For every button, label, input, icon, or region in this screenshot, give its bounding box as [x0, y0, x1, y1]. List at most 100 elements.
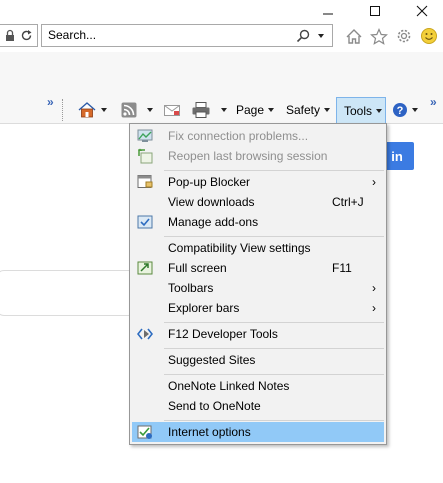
help-icon: ? [393, 103, 407, 117]
submenu-arrow-icon: › [372, 281, 376, 295]
addons-icon [137, 215, 153, 229]
tools-menu[interactable]: Tools [336, 97, 387, 124]
svg-text:?: ? [397, 105, 404, 117]
search-input[interactable]: Search... [48, 28, 96, 42]
tab-row [0, 52, 443, 92]
menu-item-manage-addons[interactable]: Manage add-ons [132, 212, 384, 232]
submenu-arrow-icon: › [372, 175, 376, 189]
menu-item-compatibility-view[interactable]: Compatibility View settings [132, 238, 384, 258]
tools-dropdown-menu: Fix connection problems... Reopen last b… [129, 123, 387, 445]
chevron-down-icon [101, 108, 107, 112]
refresh-icon[interactable] [20, 29, 33, 42]
favorites-button[interactable] [368, 25, 390, 47]
menu-item-developer-tools[interactable]: F12 Developer Tools [132, 324, 384, 344]
menu-separator [164, 236, 384, 237]
close-button[interactable] [402, 0, 442, 22]
menu-item-onenote-linked-notes[interactable]: OneNote Linked Notes [132, 376, 384, 396]
menu-item-label: Explorer bars [168, 301, 240, 315]
home-button[interactable] [343, 25, 365, 47]
fullscreen-icon [137, 261, 153, 275]
command-bar-overflow-right[interactable]: » [430, 95, 437, 109]
menu-item-label: Send to OneNote [168, 399, 261, 413]
rss-feed-icon [121, 102, 137, 118]
star-icon [370, 27, 388, 45]
reopen-session-icon [138, 148, 153, 164]
print-command[interactable] [188, 97, 230, 123]
menu-separator [164, 348, 384, 349]
menu-item-suggested-sites[interactable]: Suggested Sites [132, 350, 384, 370]
menu-item-label: OneNote Linked Notes [168, 379, 290, 393]
menu-item-toolbars[interactable]: Toolbars › [132, 278, 384, 298]
search-icon [296, 29, 310, 43]
safety-menu[interactable]: Safety [283, 97, 333, 123]
submenu-arrow-icon: › [372, 301, 376, 315]
help-menu[interactable]: ? [389, 97, 421, 123]
smiley-icon [421, 28, 437, 44]
tools-menu-label: Tools [344, 103, 373, 118]
settings-button[interactable] [393, 25, 415, 47]
menu-item-fix-connection: Fix connection problems... [132, 126, 384, 146]
chevron-down-icon [268, 108, 275, 112]
chevron-down-icon [318, 34, 324, 38]
feedback-button[interactable] [418, 25, 440, 47]
menu-item-reopen-session: Reopen last browsing session [132, 146, 384, 166]
menu-separator [164, 374, 384, 375]
menu-item-explorer-bars[interactable]: Explorer bars › [132, 298, 384, 318]
close-icon [416, 5, 428, 17]
command-bar-overflow-left[interactable]: » [47, 95, 54, 109]
chevron-down-icon [147, 108, 153, 112]
page-menu[interactable]: Page [233, 97, 277, 123]
menu-item-label: Suggested Sites [168, 353, 256, 367]
maximize-icon [370, 6, 380, 16]
menu-item-label: F12 Developer Tools [168, 327, 278, 341]
menu-item-full-screen[interactable]: Full screen F11 [132, 258, 384, 278]
minimize-icon [323, 13, 333, 15]
printer-icon [192, 102, 210, 118]
home-icon [78, 102, 96, 118]
chevron-down-icon [376, 108, 383, 113]
title-bar [0, 0, 443, 22]
menu-item-label: Toolbars [168, 281, 214, 295]
popup-blocker-icon [137, 175, 153, 188]
chevron-down-icon [324, 108, 331, 112]
menu-item-label: View downloads [168, 195, 255, 209]
home-icon [346, 28, 362, 44]
menu-item-send-to-onenote[interactable]: Send to OneNote [132, 396, 384, 416]
menu-item-label: Compatibility View settings [168, 241, 311, 255]
menu-item-label: Full screen [168, 261, 227, 275]
menu-item-internet-options[interactable]: Internet options [132, 422, 384, 442]
page-menu-label: Page [236, 103, 265, 117]
menu-item-label: Reopen last browsing session [168, 149, 328, 163]
menu-item-label: Pop-up Blocker [168, 175, 251, 189]
menu-item-label: Manage add-ons [168, 215, 259, 229]
menu-separator [164, 170, 384, 171]
safety-menu-label: Safety [286, 103, 321, 117]
search-dropdown[interactable] [315, 27, 327, 45]
chevron-down-icon [221, 108, 227, 112]
read-mail-command[interactable] [160, 97, 184, 123]
gear-icon [397, 29, 411, 43]
maximize-button[interactable] [355, 0, 395, 22]
search-box[interactable]: Search... [41, 24, 333, 47]
mail-icon [164, 105, 180, 116]
page-search-field[interactable] [0, 270, 136, 316]
menu-separator [164, 322, 384, 323]
address-bar-end[interactable] [0, 24, 38, 47]
menu-item-label: Fix connection problems... [168, 129, 309, 143]
home-command[interactable] [74, 97, 110, 123]
search-button[interactable] [294, 27, 312, 45]
feeds-command[interactable] [118, 97, 156, 123]
command-bar-separator [62, 99, 63, 121]
lock-icon [6, 29, 14, 41]
chevron-down-icon [412, 108, 418, 112]
developer-tools-icon [137, 328, 153, 340]
menu-separator [164, 420, 384, 421]
internet-options-icon [137, 425, 152, 439]
minimize-button[interactable] [308, 0, 348, 22]
network-repair-icon [137, 129, 153, 142]
menu-item-label: Internet options [168, 425, 251, 439]
menu-item-shortcut: F11 [332, 261, 352, 275]
menu-item-view-downloads[interactable]: View downloads Ctrl+J [132, 192, 384, 212]
menu-item-popup-blocker[interactable]: Pop-up Blocker › [132, 172, 384, 192]
menu-item-shortcut: Ctrl+J [332, 195, 364, 209]
